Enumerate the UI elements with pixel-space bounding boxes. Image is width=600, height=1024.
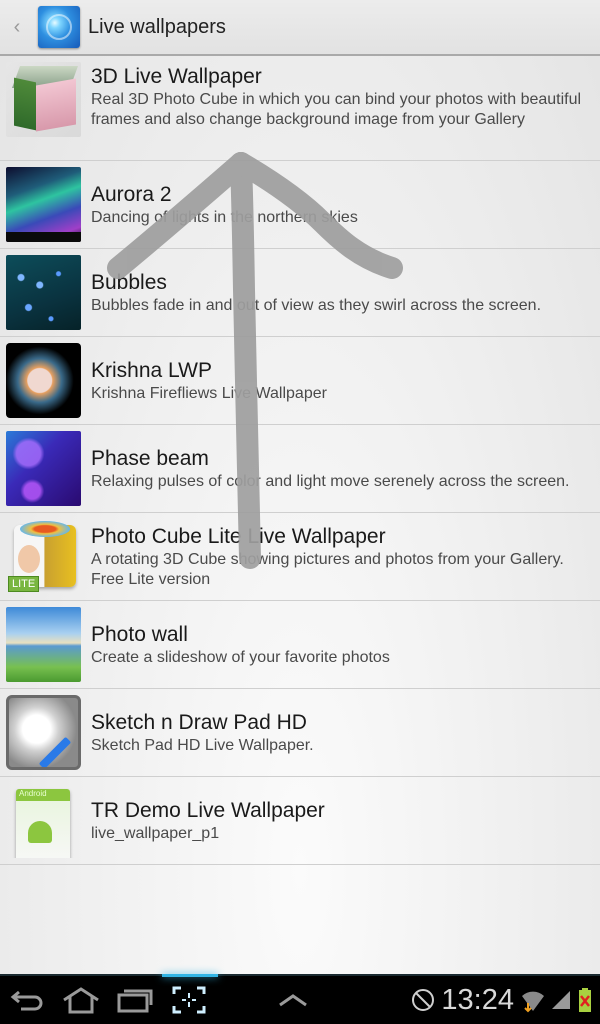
item-title: Krishna LWP (91, 358, 212, 382)
item-description: Real 3D Photo Cube in which you can bind… (91, 91, 582, 128)
status-area[interactable]: 13:24 (411, 984, 592, 1017)
item-title: 3D Live Wallpaper (91, 65, 262, 88)
list-item[interactable]: Phase beam Relaxing pulses of color and … (0, 425, 600, 513)
clock: 13:24 (441, 983, 514, 1016)
item-title: Photo Cube Lite Live Wallpaper (91, 524, 386, 548)
list-item[interactable]: Sketch n Draw Pad HD Sketch Pad HD Live … (0, 689, 600, 777)
thumb-label: Android (19, 789, 47, 798)
list-item[interactable]: LITE Photo Cube Lite Live Wallpaper A ro… (0, 513, 600, 601)
list-item[interactable]: Krishna LWP Krishna Firefliews Live Wall… (0, 337, 600, 425)
krishna-thumbnail (6, 343, 81, 418)
screenshot-icon[interactable] (162, 974, 218, 1022)
item-title: TR Demo Live Wallpaper (91, 798, 325, 822)
signal-icon (552, 991, 570, 1009)
aurora-thumbnail (6, 167, 81, 242)
list-item[interactable]: Android TR Demo Live Wallpaper live_wall… (0, 777, 600, 865)
pencil-icon (38, 736, 72, 767)
photo-cube-lite-thumbnail: LITE (6, 519, 81, 594)
photo-wall-thumbnail (6, 607, 81, 682)
chevron-left-icon[interactable]: ‹ (4, 16, 30, 39)
system-bar: 13:24 (0, 974, 600, 1024)
bubbles-thumbnail (6, 255, 81, 330)
item-title: Sketch n Draw Pad HD (91, 710, 307, 734)
item-description: A rotating 3D Cube showing pictures and … (91, 550, 564, 588)
wallpaper-list: 3D Live Wallpaper Real 3D Photo Cube in … (0, 56, 600, 865)
back-icon[interactable] (0, 978, 54, 1022)
item-description: Dancing of lights in the northern skies (91, 208, 358, 226)
item-description: live_wallpaper_p1 (91, 824, 220, 842)
live-wallpapers-icon[interactable] (38, 6, 80, 48)
item-description: Sketch Pad HD Live Wallpaper. (91, 736, 314, 754)
item-title: Photo wall (91, 622, 188, 646)
item-description: Bubbles fade in and out of view as they … (91, 296, 542, 314)
page-title: Live wallpapers (88, 15, 226, 38)
battery-icon (579, 988, 591, 1012)
item-title: Aurora 2 (91, 182, 172, 206)
lite-badge: LITE (8, 576, 40, 592)
recent-apps-icon[interactable] (108, 978, 162, 1022)
list-item[interactable]: Photo wall Create a slideshow of your fa… (0, 601, 600, 689)
action-bar: ‹ Live wallpapers (0, 0, 600, 56)
no-sync-icon (412, 989, 435, 1011)
android-robot-icon (28, 821, 52, 843)
item-title: Phase beam (91, 446, 209, 470)
photo-cube-3d-thumbnail (6, 62, 81, 137)
menu-up-icon[interactable] (266, 978, 320, 1022)
item-description: Create a slideshow of your favorite phot… (91, 648, 390, 666)
phase-beam-thumbnail (6, 431, 81, 506)
home-icon[interactable] (54, 978, 108, 1022)
android-app-thumbnail: Android (6, 783, 81, 858)
item-title: Bubbles (91, 270, 167, 294)
list-item[interactable]: Aurora 2 Dancing of lights in the northe… (0, 161, 600, 249)
item-description: Krishna Firefliews Live Wallpaper (91, 384, 327, 402)
item-description: Relaxing pulses of color and light move … (91, 472, 570, 490)
wifi-icon (522, 991, 544, 1013)
sketch-pad-thumbnail (6, 695, 81, 770)
list-item[interactable]: 3D Live Wallpaper Real 3D Photo Cube in … (0, 56, 600, 161)
list-item[interactable]: Bubbles Bubbles fade in and out of view … (0, 249, 600, 337)
